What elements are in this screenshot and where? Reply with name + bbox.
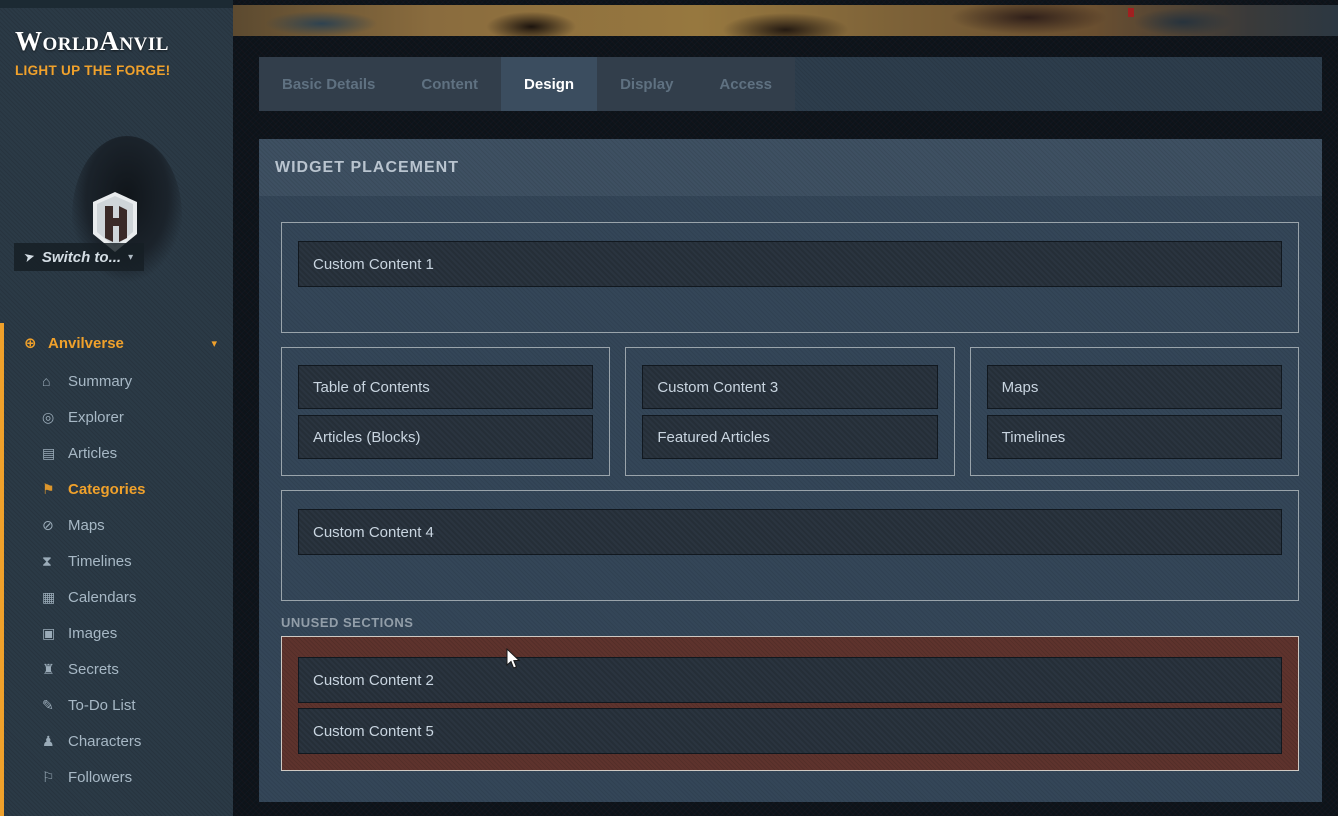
panel-title: WIDGET PLACEMENT xyxy=(275,159,459,177)
tab-basic-details[interactable]: Basic Details xyxy=(259,57,398,111)
scroll-icon: ⚑ xyxy=(42,481,68,498)
widget-custom-content-2[interactable]: Custom Content 2 xyxy=(298,657,1282,703)
map-icon: ⊘ xyxy=(42,517,68,534)
sidebar-item-label: Characters xyxy=(68,733,141,750)
panel-header: WIDGET PLACEMENT xyxy=(259,139,1322,196)
world-banner-image xyxy=(233,5,1338,36)
rook-icon: ♜ xyxy=(42,661,68,678)
book-icon: ▤ xyxy=(42,445,68,462)
drop-zone-column-3[interactable]: Maps Timelines xyxy=(970,347,1299,476)
sidebar-item-characters[interactable]: ♟ Characters xyxy=(4,723,233,759)
sidebar-item-secrets[interactable]: ♜ Secrets xyxy=(4,651,233,687)
widget-custom-content-3[interactable]: Custom Content 3 xyxy=(642,365,937,409)
sidebar-item-label: Maps xyxy=(68,517,105,534)
compass-icon: ◎ xyxy=(42,409,68,426)
home-icon: ⌂ xyxy=(42,373,68,389)
thumbtack-icon: ✎ xyxy=(42,697,68,714)
page: WorldAnvil LIGHT UP THE FORGE! ➤ Switch … xyxy=(0,0,1338,816)
calendar-icon: ▦ xyxy=(42,589,68,606)
drop-zone-column-2[interactable]: Custom Content 3 Featured Articles xyxy=(625,347,954,476)
sidebar-item-label: Images xyxy=(68,625,117,642)
unused-sections-drop-zone[interactable]: Custom Content 2 Custom Content 5 xyxy=(281,636,1299,771)
sidebar-item-summary[interactable]: ⌂ Summary xyxy=(4,363,233,399)
widget-table-of-contents[interactable]: Table of Contents xyxy=(298,365,593,409)
column-row: Table of Contents Articles (Blocks) Cust… xyxy=(281,347,1299,476)
sidebar-nav: ⊕ Anvilverse ▾ ⌂ Summary ◎ Explorer ▤ Ar… xyxy=(0,323,233,816)
sidebar-item-label: Secrets xyxy=(68,661,119,678)
users-icon: ♟ xyxy=(42,733,68,750)
chevron-down-icon: ▾ xyxy=(211,337,217,350)
widget-placement-panel: WIDGET PLACEMENT Custom Content 1 Table … xyxy=(259,139,1322,802)
tab-content[interactable]: Content xyxy=(398,57,501,111)
follower-icon: ⚐ xyxy=(42,769,68,786)
sidebar-item-label: To-Do List xyxy=(68,697,136,714)
widget-articles-blocks[interactable]: Articles (Blocks) xyxy=(298,415,593,459)
drop-zone-column-1[interactable]: Table of Contents Articles (Blocks) xyxy=(281,347,610,476)
switch-to-dropdown[interactable]: ➤ Switch to... ▾ xyxy=(14,243,144,271)
switch-to-label: Switch to... xyxy=(42,249,121,266)
image-icon: ▣ xyxy=(42,625,68,642)
sidebar-item-label: Calendars xyxy=(68,589,136,606)
hourglass-icon: ⧗ xyxy=(42,553,68,570)
main-area: Basic Details Content Design Display Acc… xyxy=(233,0,1338,816)
sidebar-item-timelines[interactable]: ⧗ Timelines xyxy=(4,543,233,579)
panel-body: Custom Content 1 Table of Contents Artic… xyxy=(259,196,1322,771)
widget-custom-content-5[interactable]: Custom Content 5 xyxy=(298,708,1282,754)
sidebar-item-images[interactable]: ▣ Images xyxy=(4,615,233,651)
tagline: LIGHT UP THE FORGE! xyxy=(15,63,170,78)
sidebar-item-label: Articles xyxy=(68,445,117,462)
sidebar-item-anvilverse[interactable]: ⊕ Anvilverse ▾ xyxy=(4,323,233,363)
sidebar-item-followers[interactable]: ⚐ Followers xyxy=(4,759,233,795)
sidebar-item-todo-list[interactable]: ✎ To-Do List xyxy=(4,687,233,723)
sidebar-item-calendars[interactable]: ▦ Calendars xyxy=(4,579,233,615)
sidebar-item-explorer[interactable]: ◎ Explorer xyxy=(4,399,233,435)
tab-display[interactable]: Display xyxy=(597,57,696,111)
banner-marker xyxy=(1128,8,1134,17)
sidebar-item-label: Categories xyxy=(68,481,146,498)
tab-design[interactable]: Design xyxy=(501,57,597,111)
tab-access[interactable]: Access xyxy=(696,57,795,111)
unused-sections-title: UNUSED SECTIONS xyxy=(281,615,1299,630)
sidebar-item-label: Summary xyxy=(68,373,132,390)
sidebar-top-strip xyxy=(0,0,233,8)
world-name-label: Anvilverse xyxy=(48,335,124,352)
drop-zone-bottom[interactable]: Custom Content 4 xyxy=(281,490,1299,601)
sidebar: WorldAnvil LIGHT UP THE FORGE! ➤ Switch … xyxy=(0,0,233,816)
sidebar-item-label: Explorer xyxy=(68,409,124,426)
tab-bar: Basic Details Content Design Display Acc… xyxy=(259,57,1322,111)
widget-maps[interactable]: Maps xyxy=(987,365,1282,409)
widget-custom-content-1[interactable]: Custom Content 1 xyxy=(298,241,1282,287)
chevron-down-icon: ▾ xyxy=(128,252,133,263)
widget-custom-content-4[interactable]: Custom Content 4 xyxy=(298,509,1282,555)
worldanvil-logo[interactable]: WorldAnvil xyxy=(15,26,169,57)
sidebar-item-label: Followers xyxy=(68,769,132,786)
sidebar-item-label: Timelines xyxy=(68,553,132,570)
sidebar-item-categories[interactable]: ⚑ Categories xyxy=(4,471,233,507)
sidebar-item-articles[interactable]: ▤ Articles xyxy=(4,435,233,471)
sidebar-item-maps[interactable]: ⊘ Maps xyxy=(4,507,233,543)
location-arrow-icon: ➤ xyxy=(22,248,36,266)
world-cover-image: ➤ Switch to... ▾ xyxy=(14,126,214,296)
drop-zone-top[interactable]: Custom Content 1 xyxy=(281,222,1299,333)
widget-featured-articles[interactable]: Featured Articles xyxy=(642,415,937,459)
globe-icon: ⊕ xyxy=(24,334,48,352)
tabs-group: Basic Details Content Design Display Acc… xyxy=(259,57,795,111)
widget-timelines[interactable]: Timelines xyxy=(987,415,1282,459)
